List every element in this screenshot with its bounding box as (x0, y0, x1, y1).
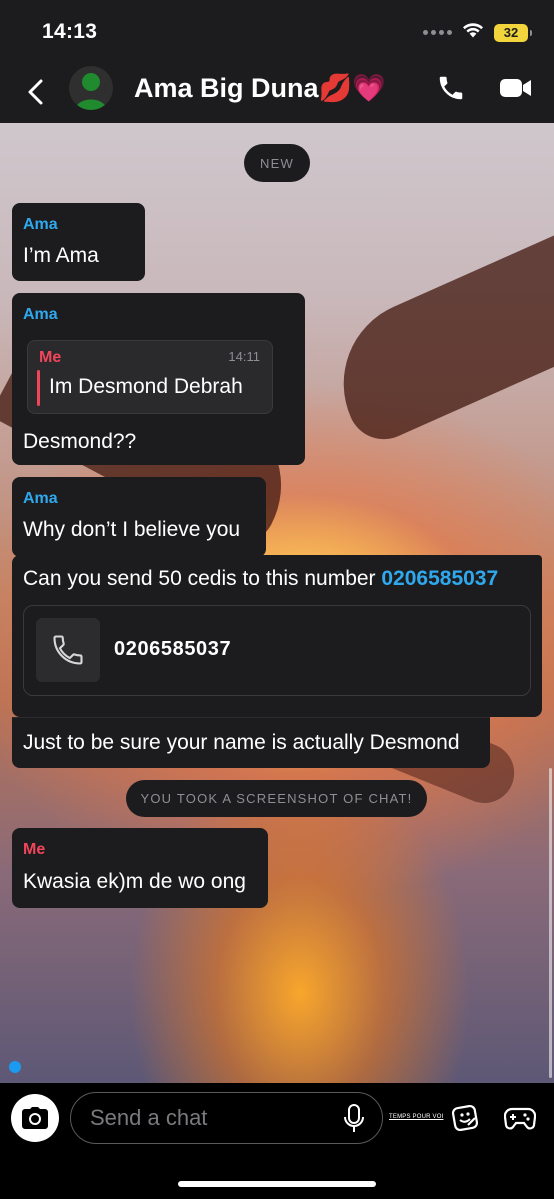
voice-call-button[interactable] (433, 70, 469, 106)
status-bar: 14:13 32 (0, 0, 554, 62)
back-chevron-icon (28, 79, 43, 105)
temps-label[interactable]: TEMPS POUR VOI (389, 1114, 443, 1120)
status-time: 14:13 (42, 20, 98, 43)
new-messages-label: NEW (244, 144, 310, 182)
battery-icon: 32 (494, 23, 532, 42)
message-bubble[interactable]: Ama Why don’t I believe you (12, 477, 266, 557)
phone-number-link[interactable]: 0206585037 (381, 567, 498, 590)
quoted-sender: Me (39, 349, 62, 366)
video-camera-icon (500, 79, 531, 97)
home-indicator[interactable] (178, 1181, 376, 1187)
quoted-time: 14:11 (228, 349, 260, 364)
chat-area[interactable]: NEW Ama I’m Ama Ama Me 14:11 Im Desmond … (0, 123, 554, 1083)
quote-bar (37, 370, 40, 406)
message-bubble[interactable]: Ama Me 14:11 Im Desmond Debrah Desmond?? (12, 293, 305, 465)
scrollbar[interactable] (549, 768, 552, 1078)
contact-name[interactable]: Ama Big Duna💋💗 (134, 72, 386, 104)
phone-icon (439, 76, 463, 100)
message-sender: Ama (23, 216, 58, 233)
typing-indicator-dot (9, 1061, 21, 1073)
chat-input[interactable] (70, 1092, 383, 1144)
microphone-button[interactable] (339, 1103, 369, 1135)
sticker-button[interactable] (449, 1101, 483, 1135)
quoted-text: Im Desmond Debrah (49, 375, 243, 398)
message-text: I’m Ama (23, 244, 99, 267)
camera-button[interactable] (11, 1094, 59, 1142)
message-bubble[interactable]: Can you send 50 cedis to this number 020… (12, 555, 542, 717)
camera-icon (22, 1107, 48, 1129)
video-call-button[interactable] (498, 70, 534, 106)
phone-card-number: 0206585037 (114, 638, 232, 660)
screenshot-notice: YOU TOOK A SCREENSHOT OF CHAT! (126, 780, 427, 817)
message-text: Can you send 50 cedis to this number 020… (23, 567, 498, 591)
message-bubble[interactable]: Just to be sure your name is actually De… (12, 717, 490, 768)
message-text: Why don’t I believe you (23, 518, 241, 541)
chat-header: Ama Big Duna💋💗 (0, 62, 554, 123)
message-sender: Ama (23, 490, 58, 507)
message-bubble[interactable]: Ama I’m Ama (12, 203, 145, 281)
message-bubble[interactable]: Me Kwasia ek)m de wo ong (12, 828, 268, 908)
games-button[interactable] (503, 1101, 537, 1135)
bottom-bar: TEMPS POUR VOI (0, 1083, 554, 1199)
phone-card-icon-box (36, 618, 100, 682)
signal-icon (423, 30, 452, 35)
message-text: Desmond?? (23, 430, 137, 453)
message-sender: Me (23, 841, 46, 858)
microphone-icon (344, 1104, 364, 1132)
back-button[interactable] (20, 74, 50, 110)
phone-number-card[interactable]: 0206585037 (23, 605, 531, 696)
background-hand-right (316, 235, 554, 451)
message-text: Just to be sure your name is actually De… (23, 731, 460, 754)
wifi-icon (462, 22, 484, 43)
message-text-part: Can you send 50 cedis to this number (23, 567, 382, 590)
game-controller-icon (504, 1107, 536, 1130)
avatar[interactable] (69, 66, 113, 110)
message-sender: Ama (23, 306, 58, 323)
sticker-icon (451, 1104, 479, 1132)
phone-icon (53, 635, 83, 665)
message-text: Kwasia ek)m de wo ong (23, 870, 246, 893)
quoted-message[interactable]: Me 14:11 Im Desmond Debrah (27, 340, 273, 414)
status-icons: 32 (423, 22, 532, 43)
